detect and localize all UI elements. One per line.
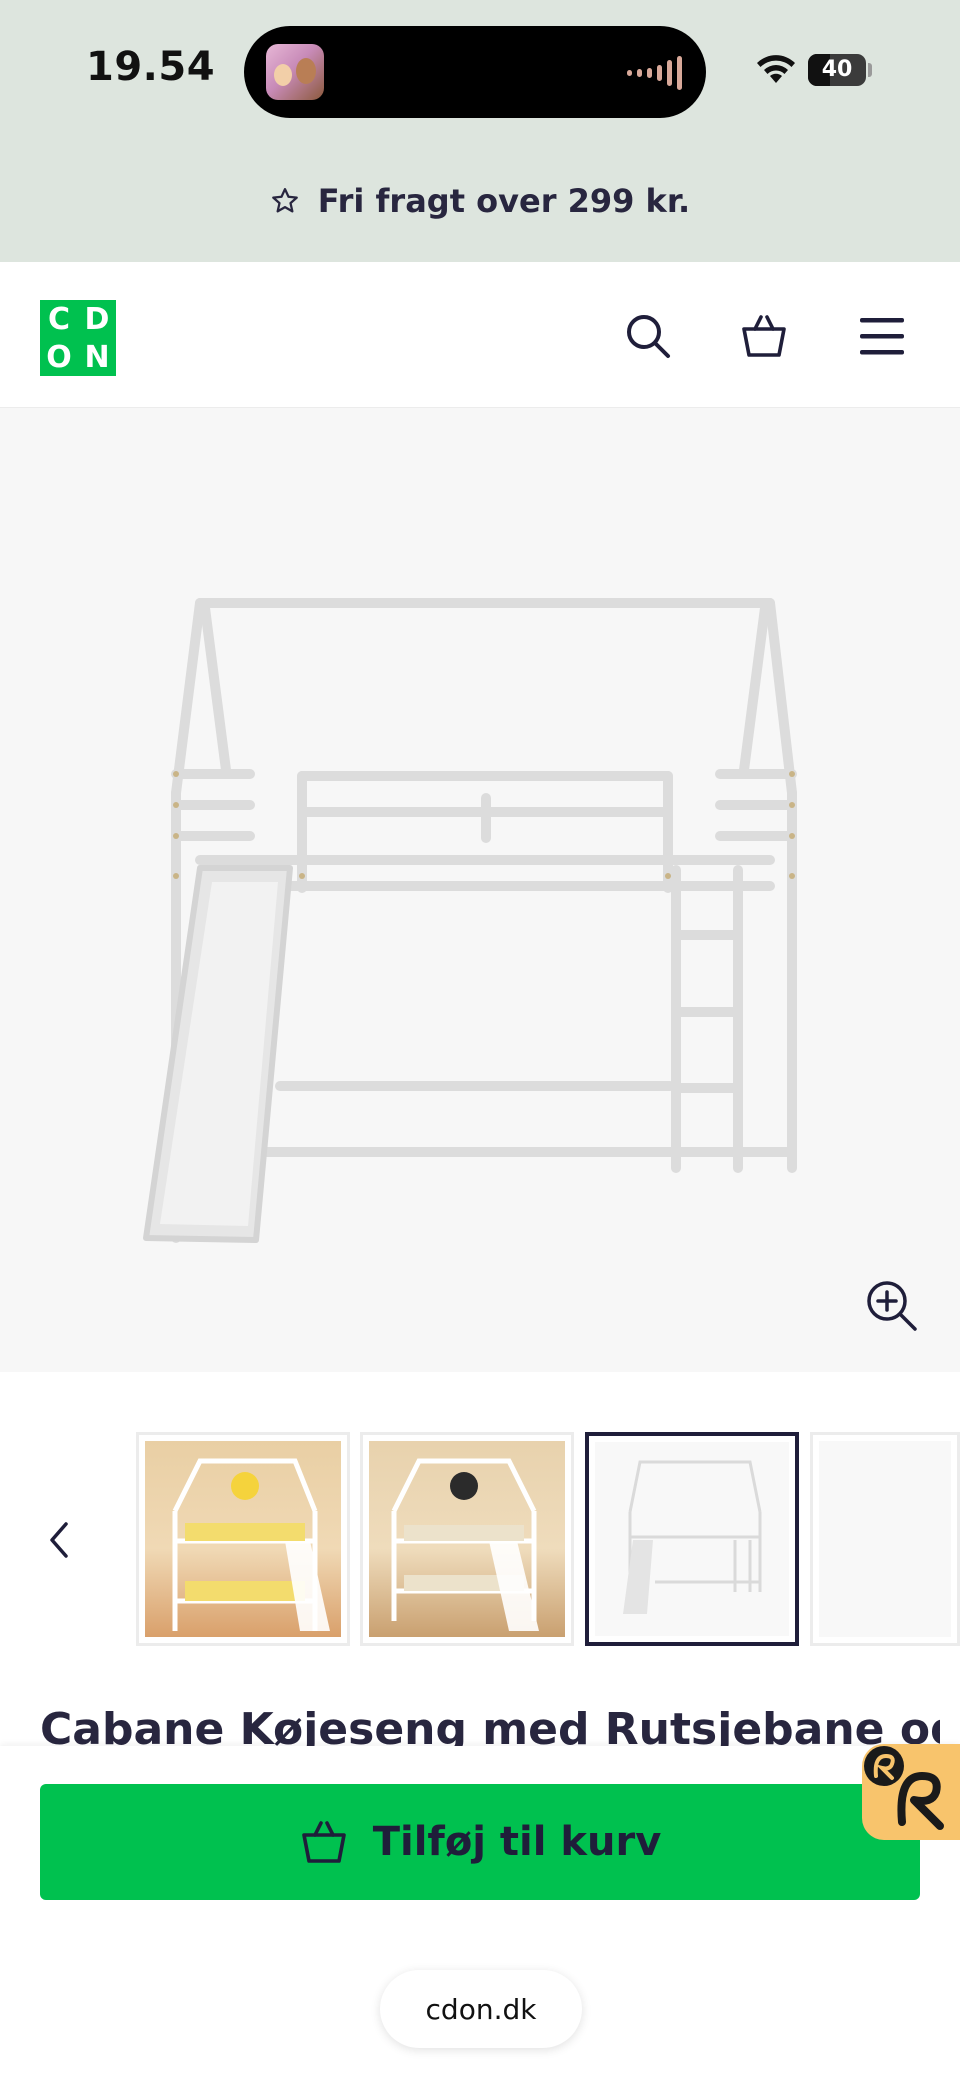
- chevron-left-icon: [50, 1522, 68, 1558]
- battery-level: 40: [821, 57, 853, 82]
- search-icon: [627, 315, 670, 358]
- promo-text: Fri fragt over 299 kr.: [317, 182, 691, 220]
- add-to-cart-button[interactable]: Tilføj til kurv: [40, 1784, 920, 1900]
- add-to-cart-label: Tilføj til kurv: [372, 1819, 662, 1865]
- product-main-image[interactable]: [0, 408, 960, 1372]
- thumbnail-prev-button[interactable]: [40, 1510, 80, 1570]
- promo-banner: Fri fragt over 299 kr.: [0, 140, 960, 262]
- zoom-in-icon[interactable]: [864, 1278, 920, 1334]
- basket-icon: [301, 1821, 346, 1863]
- dynamic-island[interactable]: [244, 26, 706, 118]
- browser-domain-pill[interactable]: cdon.dk: [380, 1970, 582, 2048]
- rewards-logo-icon: [864, 1746, 944, 1830]
- thumbnail-4[interactable]: [810, 1432, 960, 1646]
- search-button[interactable]: [618, 306, 678, 366]
- star-icon: [271, 188, 298, 213]
- rewards-badge[interactable]: [862, 1744, 960, 1840]
- cdon-logo[interactable]: C D O N: [40, 300, 116, 376]
- thumbnail-3-selected[interactable]: [585, 1432, 799, 1646]
- wifi-icon: [757, 55, 795, 83]
- audio-waveform-icon: [627, 56, 682, 90]
- site-header: C D O N: [0, 262, 960, 408]
- cart-button[interactable]: [734, 306, 794, 366]
- product-title: Cabane Køjeseng med Rutsjebane og: [40, 1704, 940, 1746]
- now-playing-artwork: [266, 44, 324, 100]
- battery-icon: 40: [808, 54, 866, 86]
- menu-button[interactable]: [852, 306, 912, 366]
- bunk-bed-illustration: [143, 598, 797, 1243]
- basket-icon: [742, 315, 786, 357]
- status-bar: 19.54 40: [0, 0, 960, 140]
- thumbnail-2[interactable]: [360, 1432, 574, 1646]
- status-time: 19.54: [86, 44, 216, 90]
- thumbnail-1[interactable]: [136, 1432, 350, 1646]
- hamburger-menu-icon: [860, 318, 904, 355]
